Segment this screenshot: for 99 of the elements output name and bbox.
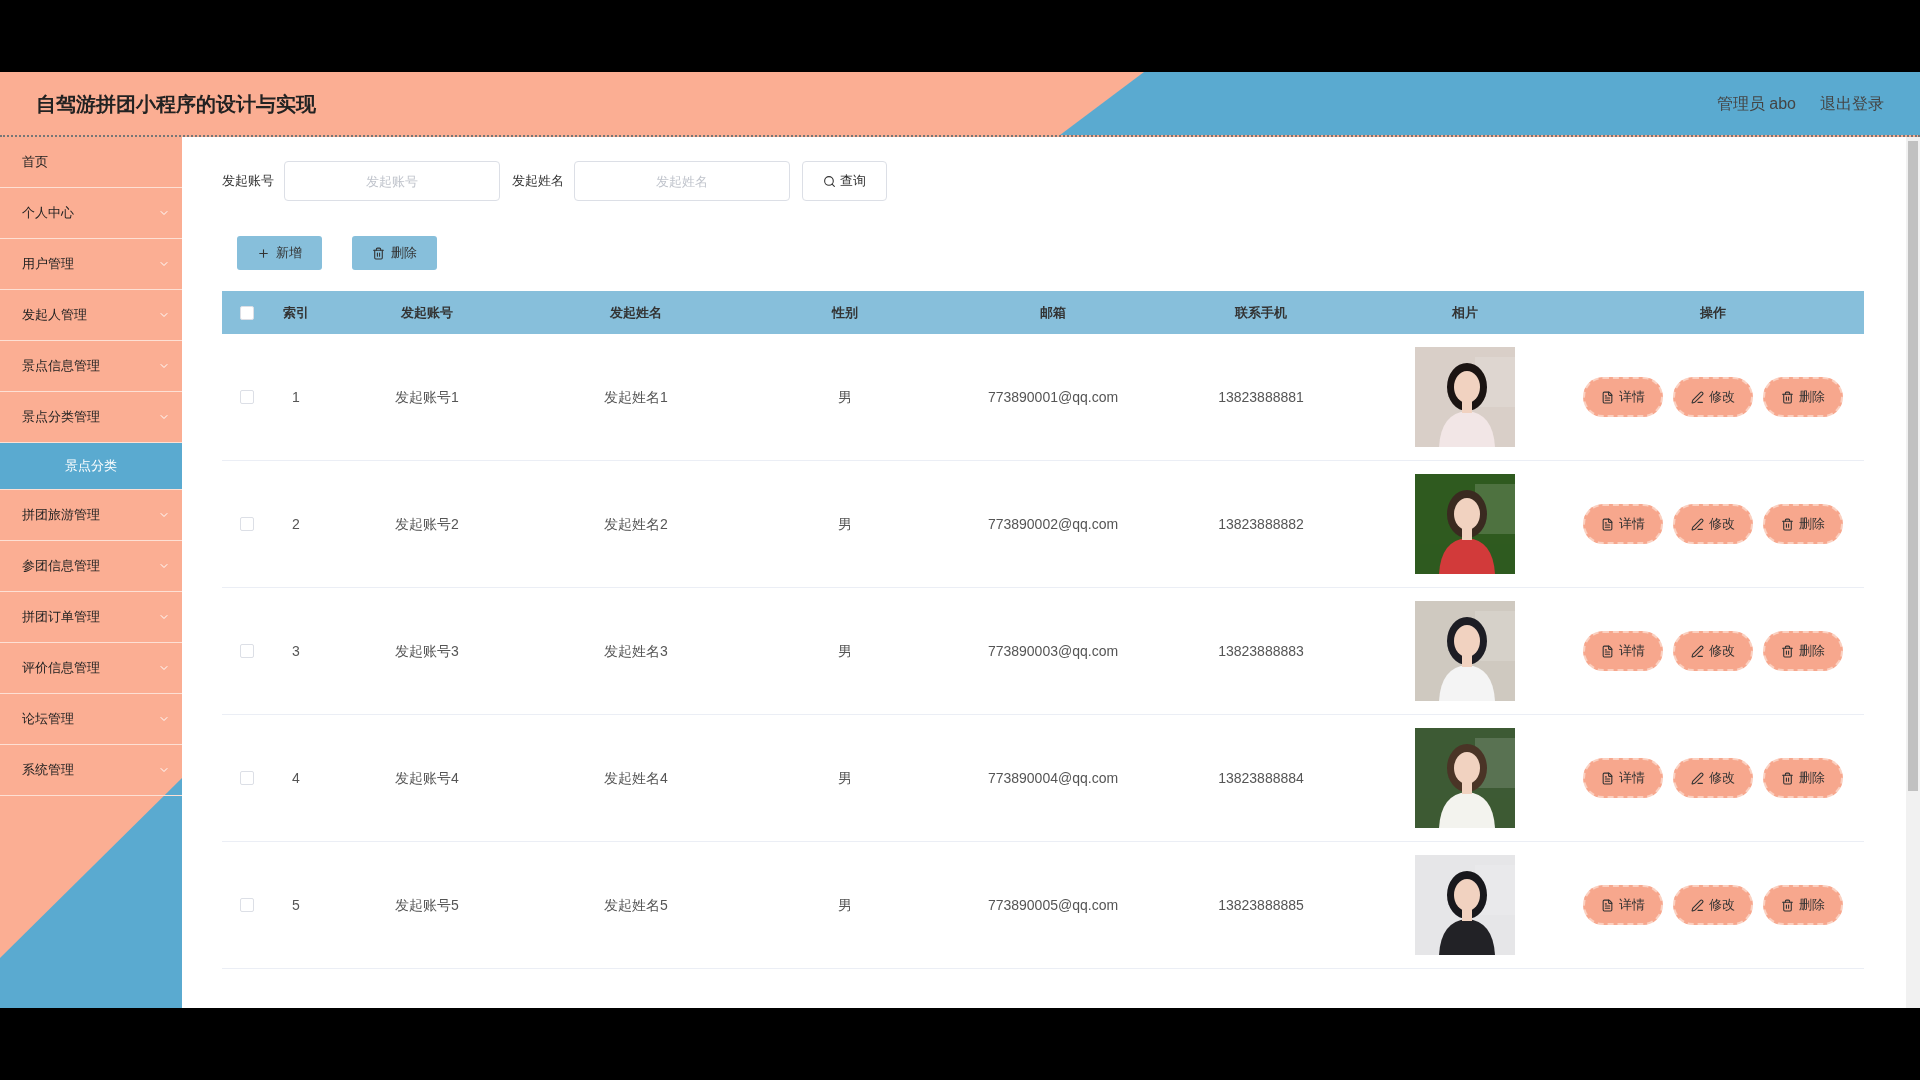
table-cell-text: 5	[292, 895, 300, 915]
column-header: 操作	[1700, 303, 1726, 322]
field-label: 发起账号	[222, 172, 274, 191]
edit-button[interactable]: 修改	[1673, 377, 1753, 417]
table-cell-text: 773890005@qq.com	[987, 895, 1119, 915]
trash-icon	[1781, 898, 1794, 912]
sidebar-item[interactable]: 论坛管理	[0, 694, 182, 745]
delete-button[interactable]: 删除	[1763, 504, 1843, 544]
pen-icon	[1691, 390, 1704, 404]
table-cell-text: 13823888885	[1218, 895, 1304, 915]
scrollbar[interactable]	[1906, 137, 1920, 1008]
table-cell-text: 1	[292, 387, 300, 407]
document-icon	[1601, 517, 1614, 531]
row-checkbox[interactable]	[240, 390, 254, 404]
search-field[interactable]: 发起账号	[284, 161, 500, 201]
table-cell-text: 发起账号3	[395, 641, 459, 661]
table-cell-text: 男	[838, 895, 852, 915]
table-cell-text: 4	[292, 768, 300, 788]
detail-button[interactable]: 详情	[1583, 758, 1663, 798]
detail-button[interactable]: 详情	[1583, 885, 1663, 925]
table-cell-text: 发起姓名3	[604, 641, 668, 661]
sidebar-item[interactable]: 首页	[0, 137, 182, 188]
pen-icon	[1691, 517, 1704, 531]
search-button[interactable]: 查询	[802, 161, 887, 201]
logout-link[interactable]: 退出登录	[1820, 91, 1884, 116]
table-cell-text: 773890001@qq.com	[987, 387, 1119, 407]
sidebar-item[interactable]: 发起人管理	[0, 290, 182, 341]
edit-button[interactable]: 修改	[1673, 758, 1753, 798]
admin-name: 管理员 abo	[1716, 93, 1796, 114]
detail-button[interactable]: 详情	[1583, 504, 1663, 544]
delete-button[interactable]: 删除	[1763, 377, 1843, 417]
row-checkbox[interactable]	[240, 644, 254, 658]
table-cell-text: 773890003@qq.com	[987, 641, 1119, 661]
edit-button[interactable]: 修改	[1673, 504, 1753, 544]
search-field[interactable]: 发起姓名	[574, 161, 790, 201]
table-cell-text: 男	[838, 768, 852, 788]
document-icon	[1601, 644, 1614, 658]
trash-icon	[1781, 390, 1794, 404]
detail-button[interactable]: 详情	[1583, 377, 1663, 417]
select-all-checkbox[interactable]	[240, 305, 254, 320]
search-icon	[823, 174, 836, 188]
table-cell-text: 2	[292, 514, 300, 534]
trash-icon	[1781, 771, 1794, 785]
edit-button[interactable]: 修改	[1673, 885, 1753, 925]
row-checkbox[interactable]	[240, 898, 254, 912]
table-cell-text: 3	[292, 641, 300, 661]
pen-icon	[1691, 898, 1704, 912]
delete-button[interactable]: 删除	[352, 236, 437, 270]
table-cell-text: 发起姓名4	[604, 768, 668, 788]
sidebar-item[interactable]: 景点信息管理	[0, 341, 182, 392]
table-cell-text: 发起姓名1	[604, 387, 668, 407]
table-cell-text: 发起账号2	[395, 514, 459, 534]
column-header: 联系手机	[1235, 303, 1287, 322]
table-cell-text: 13823888881	[1218, 387, 1304, 407]
detail-button[interactable]: 详情	[1583, 631, 1663, 671]
sidebar-item[interactable]: 评价信息管理	[0, 643, 182, 694]
document-icon	[1601, 390, 1614, 404]
delete-button[interactable]: 删除	[1763, 885, 1843, 925]
edit-button[interactable]: 修改	[1673, 631, 1753, 671]
plus-icon	[257, 246, 270, 260]
document-icon	[1601, 898, 1614, 912]
table-cell-text: 发起姓名2	[604, 514, 668, 534]
sidebar-item[interactable]: 个人中心	[0, 188, 182, 239]
trash-icon	[1781, 517, 1794, 531]
table-cell-text: 发起账号5	[395, 895, 459, 915]
table-cell-text: 13823888884	[1218, 768, 1304, 788]
sidebar-item[interactable]: 用户管理	[0, 239, 182, 290]
trash-icon	[1781, 644, 1794, 658]
sidebar-item[interactable]: 系统管理	[0, 745, 182, 796]
row-checkbox[interactable]	[240, 517, 254, 531]
sidebar-item[interactable]: 参团信息管理	[0, 541, 182, 592]
table-cell-text: 发起账号1	[395, 387, 459, 407]
field-label: 发起姓名	[512, 172, 564, 191]
sidebar-item[interactable]: 拼团订单管理	[0, 592, 182, 643]
column-header: 邮箱	[1040, 303, 1066, 322]
table-cell-text: 773890002@qq.com	[987, 514, 1119, 534]
table-cell-text: 773890004@qq.com	[987, 768, 1119, 788]
table-cell-text: 发起姓名5	[604, 895, 668, 915]
table-cell-text: 发起账号4	[395, 768, 459, 788]
delete-button[interactable]: 删除	[1763, 758, 1843, 798]
app-title: 自驾游拼团小程序的设计与实现	[36, 91, 316, 117]
sidebar-item[interactable]: 拼团旅游管理	[0, 490, 182, 541]
table-cell-text: 13823888882	[1218, 514, 1304, 534]
document-icon	[1601, 771, 1614, 785]
trash-icon	[372, 246, 385, 260]
table-cell-text: 男	[838, 387, 852, 407]
column-header: 性别	[832, 303, 858, 322]
table-cell-text: 男	[838, 641, 852, 661]
delete-button[interactable]: 删除	[1763, 631, 1843, 671]
column-header: 发起账号	[401, 303, 453, 322]
add-button[interactable]: 新增	[237, 236, 322, 270]
table-cell-text: 13823888883	[1218, 641, 1304, 661]
column-header: 发起姓名	[610, 303, 662, 322]
table-cell-text: 男	[838, 514, 852, 534]
column-header: 相片	[1452, 303, 1478, 322]
pen-icon	[1691, 644, 1704, 658]
pen-icon	[1691, 771, 1704, 785]
column-header: 索引	[283, 303, 309, 322]
row-checkbox[interactable]	[240, 771, 254, 785]
